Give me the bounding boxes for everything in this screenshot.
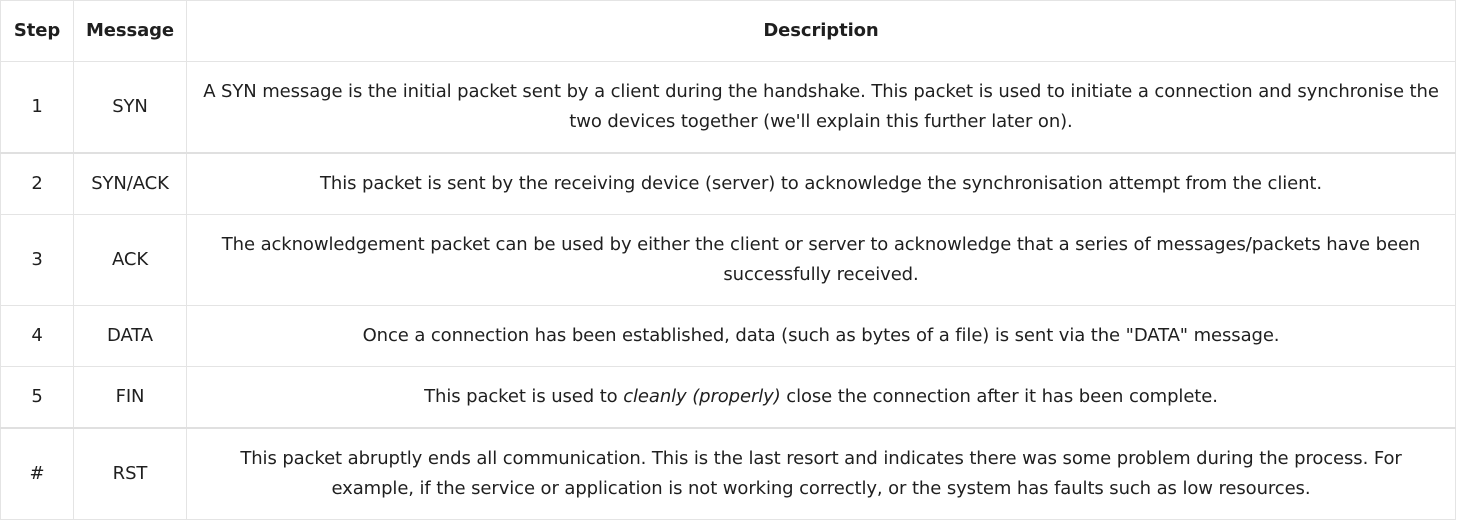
step-cell: 3 (0, 214, 74, 306)
description-text: close the connection after it has been c… (780, 386, 1218, 407)
description-cell: Once a connection has been established, … (186, 305, 1456, 367)
table-row: 1 SYN A SYN message is the initial packe… (0, 61, 1456, 154)
message-cell: ACK (73, 214, 187, 306)
description-cell: This packet is sent by the receiving dev… (186, 152, 1456, 215)
header-description: Description (186, 0, 1456, 62)
tcp-handshake-table: Step Message Description 1 SYN A SYN mes… (0, 0, 1456, 520)
description-cell: A SYN message is the initial packet sent… (186, 61, 1456, 154)
description-cell: This packet abruptly ends all communicat… (186, 427, 1456, 520)
description-cell: The acknowledgement packet can be used b… (186, 214, 1456, 306)
message-cell: FIN (73, 366, 187, 429)
table-row: 5 FIN This packet is used to cleanly (pr… (0, 366, 1456, 429)
header-message: Message (73, 0, 187, 62)
message-cell: RST (73, 427, 187, 520)
message-cell: SYN (73, 61, 187, 154)
table-header-row: Step Message Description (0, 0, 1456, 62)
step-cell: 2 (0, 152, 74, 215)
table-row: 4 DATA Once a connection has been establ… (0, 305, 1456, 367)
step-cell: 4 (0, 305, 74, 367)
description-cell: This packet is used to cleanly (properly… (186, 366, 1456, 429)
step-cell: 5 (0, 366, 74, 429)
description-text: This packet is used to (424, 386, 624, 407)
header-step: Step (0, 0, 74, 62)
message-cell: DATA (73, 305, 187, 367)
step-cell: 1 (0, 61, 74, 154)
step-cell: # (0, 427, 74, 520)
message-cell: SYN/ACK (73, 152, 187, 215)
table-row: # RST This packet abruptly ends all comm… (0, 427, 1456, 520)
description-emphasis: cleanly (properly) (623, 386, 781, 407)
table-row: 2 SYN/ACK This packet is sent by the rec… (0, 152, 1456, 215)
table-row: 3 ACK The acknowledgement packet can be … (0, 214, 1456, 306)
